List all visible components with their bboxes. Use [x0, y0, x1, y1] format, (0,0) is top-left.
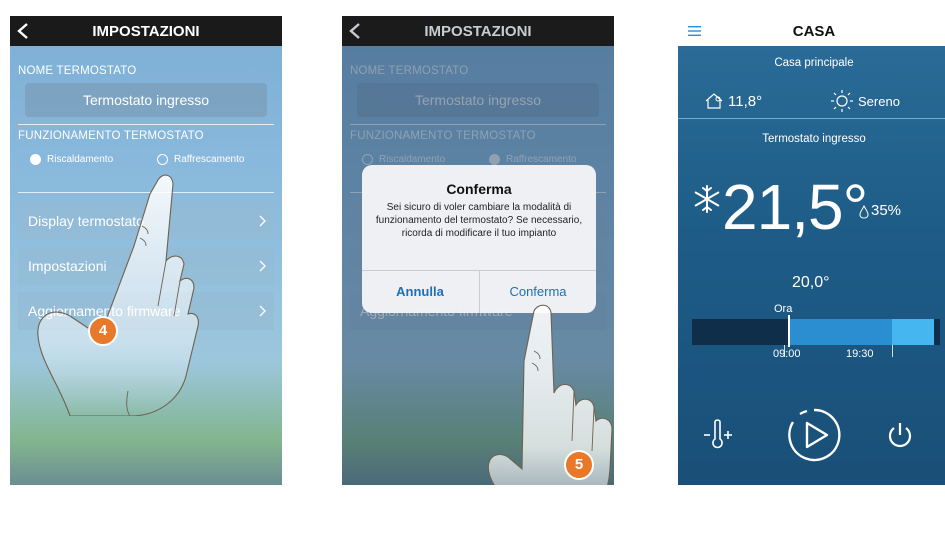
page-title: IMPOSTAZIONI [92, 23, 200, 40]
cancel-button[interactable]: Annulla [362, 271, 478, 313]
header-bar: IMPOSTAZIONI [342, 16, 614, 46]
play-program-icon[interactable] [785, 406, 843, 464]
schedule-timeline[interactable] [692, 315, 940, 357]
phone-screen-settings: IMPOSTAZIONI NOME TERMOSTATO Termostato … [10, 16, 282, 485]
phone-screen-home: CASA Casa principale 11,8° Sereno Termos… [678, 16, 945, 485]
outdoor-temperature: 11,8° [728, 93, 763, 110]
chevron-right-icon [259, 215, 266, 227]
humidity-drop-icon [859, 205, 869, 219]
thermostat-name: Termostato ingresso [762, 133, 866, 145]
back-arrow-icon[interactable] [16, 22, 30, 40]
timeline-segment [788, 319, 892, 345]
radio-selected-icon [30, 153, 41, 165]
thermostat-name-field[interactable]: Termostato ingresso [25, 83, 267, 117]
now-marker [788, 315, 790, 347]
step-badge: 4 [88, 316, 118, 346]
dialog-message: Sei sicuro di voler cambiare la modalità… [375, 202, 583, 239]
chevron-right-icon [259, 305, 266, 317]
weather-label: Sereno [858, 94, 900, 109]
page-title: CASA [792, 23, 836, 40]
power-icon[interactable] [886, 421, 914, 451]
current-temperature: 21,5° [722, 171, 868, 243]
divider [18, 124, 274, 125]
now-label: Ora [774, 303, 793, 315]
header-bar: CASA [678, 16, 945, 46]
radio-label: Riscaldamento [47, 153, 114, 165]
hand-pointer-icon [37, 174, 199, 416]
timeline-time: 09:00 [773, 348, 801, 360]
radio-cooling[interactable]: Raffrescamento [157, 152, 244, 166]
snowflake-icon [694, 185, 720, 213]
chevron-right-icon [259, 260, 266, 272]
timeline-time: 19:30 [846, 348, 874, 360]
setpoint-temperature: 20,0° [792, 274, 830, 291]
radio-label: Raffrescamento [174, 153, 245, 165]
step-badge: 5 [564, 450, 594, 480]
thermometer-adjust-icon[interactable] [702, 418, 734, 452]
page-title: IMPOSTAZIONI [424, 23, 532, 40]
mode-label: FUNZIONAMENTO TERMOSTATO [18, 130, 204, 142]
sun-icon [831, 90, 853, 112]
timeline-segment [892, 319, 934, 345]
confirm-dialog: Conferma Sei sicuro di voler cambiare la… [362, 165, 596, 313]
radio-heating[interactable]: Riscaldamento [30, 152, 113, 166]
home-name: Casa principale [774, 57, 854, 69]
humidity-value: 35% [871, 202, 902, 219]
thermostat-name-label: NOME TERMOSTATO [18, 65, 137, 77]
outdoor-home-icon [705, 93, 723, 109]
dialog-title: Conferma [446, 181, 512, 197]
radio-unselected-icon [157, 153, 168, 165]
header-bar: IMPOSTAZIONI [10, 16, 282, 46]
divider [678, 118, 945, 119]
phone-screen-confirm: NOME TERMOSTATO Termostato ingresso FUNZ… [342, 16, 614, 485]
back-arrow-icon [349, 23, 360, 39]
timeline-tick [892, 345, 893, 357]
